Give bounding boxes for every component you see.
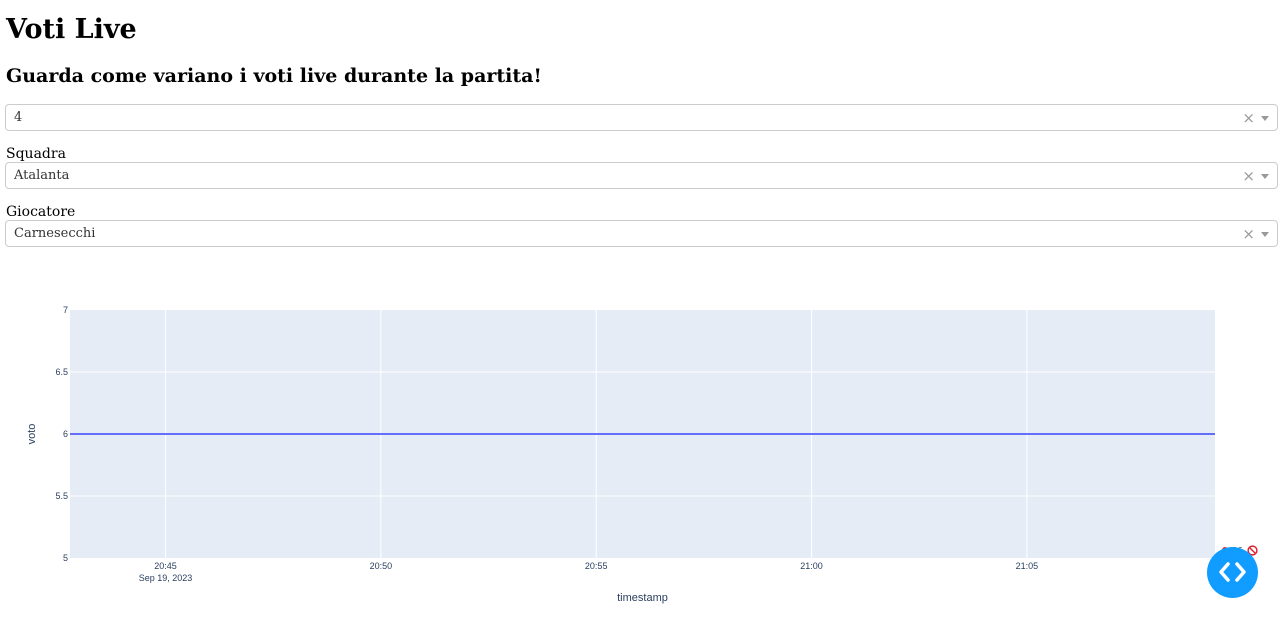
match-dropdown[interactable]: 4 × [5, 104, 1278, 131]
x-tick-label: 20:55 [585, 561, 608, 571]
page-title: Voti Live [6, 14, 137, 45]
y-tick-label: 6.5 [55, 367, 68, 377]
x-tick-label: 20:45 [154, 561, 177, 571]
team-dropdown-value: Atalanta [14, 168, 70, 183]
match-clear-icon[interactable]: × [1242, 108, 1255, 128]
y-tick-label: 5 [63, 553, 68, 563]
team-label: Squadra [6, 146, 66, 162]
page-subtitle: Guarda come variano i voti live durante … [6, 65, 542, 87]
line-chart[interactable]: 20:45 Sep 19, 2023 20:50 20:55 21:00 21:05 5 5.… [0, 290, 1287, 619]
y-tick-label: 5.5 [55, 491, 68, 501]
player-chevron-down-icon[interactable] [1261, 232, 1269, 237]
y-tick-label: 6 [63, 429, 68, 439]
x-tick-label: 21:00 [800, 561, 823, 571]
devtools-toggle-button[interactable] [1207, 547, 1258, 598]
x-tick-date-label: Sep 19, 2023 [139, 573, 193, 583]
x-axis-title: timestamp [617, 592, 668, 604]
code-brackets-icon [1219, 562, 1246, 582]
team-chevron-down-icon[interactable] [1261, 174, 1269, 179]
player-label: Giocatore [6, 204, 76, 220]
player-dropdown-value: Carnesecchi [14, 226, 96, 241]
team-clear-icon[interactable]: × [1242, 166, 1255, 186]
x-tick-label: 21:05 [1016, 561, 1039, 571]
team-dropdown[interactable]: Atalanta × [5, 162, 1278, 189]
y-tick-label: 7 [63, 305, 68, 315]
match-dropdown-value: 4 [14, 110, 23, 125]
x-tick-label: 20:50 [370, 561, 393, 571]
match-chevron-down-icon[interactable] [1261, 116, 1269, 121]
player-dropdown[interactable]: Carnesecchi × [5, 220, 1278, 247]
y-axis-title: voto [26, 424, 38, 445]
player-clear-icon[interactable]: × [1242, 224, 1255, 244]
